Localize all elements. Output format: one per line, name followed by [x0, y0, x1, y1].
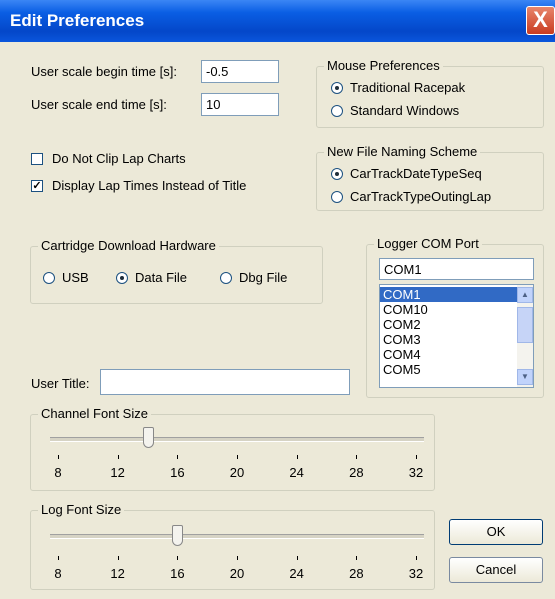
slider-tick — [296, 556, 298, 560]
slider-tick — [117, 556, 119, 560]
radio-label: USB — [62, 270, 89, 285]
checkbox-label: Do Not Clip Lap Charts — [52, 151, 186, 166]
radio-label: Data File — [135, 270, 188, 285]
radio-label: Traditional Racepak — [350, 80, 466, 95]
slider-tick — [416, 455, 417, 459]
list-item-com1[interactable]: COM1 — [380, 287, 533, 302]
checkbox-display-lap-times[interactable]: ✓ Display Lap Times Instead of Title — [31, 178, 246, 193]
slider-tick-label: 12 — [110, 566, 125, 581]
radio-button — [331, 167, 343, 180]
slider-tick-label: 24 — [289, 465, 304, 480]
title-bar[interactable]: Edit Preferences X — [0, 0, 555, 42]
ok-button[interactable]: OK — [449, 519, 543, 545]
slider-tick-label: 16 — [170, 465, 185, 480]
log-font-slider-thumb[interactable] — [172, 525, 184, 546]
com-port-listbox[interactable]: COM1 COM10 COM2 COM3 COM4 COM5 ▲ ▼ — [379, 284, 534, 388]
radio-button — [220, 271, 232, 284]
scale-begin-input[interactable] — [201, 60, 279, 83]
scale-end-input[interactable] — [201, 93, 279, 116]
scale-end-label: User scale end time [s]: — [31, 97, 167, 112]
slider-tick — [356, 455, 358, 459]
radio-label: CarTrackTypeOutingLap — [350, 189, 492, 204]
scroll-thumb[interactable] — [517, 307, 533, 343]
radio-label: Dbg File — [239, 270, 288, 285]
log-font-size-title: Log Font Size — [38, 502, 125, 517]
radio-cartracktypeoutinglap[interactable]: CarTrackTypeOutingLap — [331, 189, 491, 204]
slider-tick-label: 32 — [408, 465, 424, 480]
slider-tick — [58, 455, 59, 459]
list-item-com4[interactable]: COM4 — [380, 347, 533, 362]
slider-tick — [416, 556, 417, 560]
checkbox-box — [31, 152, 43, 165]
com-port-items: COM1 COM10 COM2 COM3 COM4 COM5 — [380, 285, 533, 377]
radio-button — [331, 104, 343, 117]
close-button[interactable]: X — [526, 6, 555, 35]
radio-button — [331, 190, 343, 203]
radio-button — [43, 271, 55, 284]
file-naming-title: New File Naming Scheme — [324, 144, 481, 159]
radio-button — [331, 81, 343, 94]
slider-tick-label: 20 — [229, 465, 245, 480]
radio-data-file[interactable]: Data File — [116, 270, 187, 285]
list-item-com5[interactable]: COM5 — [380, 362, 533, 377]
slider-tick-label: 24 — [289, 566, 304, 581]
radio-traditional-racepak[interactable]: Traditional Racepak — [331, 80, 465, 95]
scale-begin-label: User scale begin time [s]: — [31, 64, 177, 79]
checkbox-box: ✓ — [31, 179, 43, 192]
slider-tick — [117, 455, 119, 459]
channel-font-slider-track[interactable] — [50, 437, 424, 442]
radio-label: Standard Windows — [350, 103, 460, 118]
slider-tick-label: 8 — [54, 465, 62, 480]
close-icon: X — [533, 7, 548, 32]
checkbox-do-not-clip-lap-charts[interactable]: Do Not Clip Lap Charts — [31, 151, 186, 166]
cartridge-hardware-title: Cartridge Download Hardware — [38, 238, 219, 253]
slider-tick — [177, 455, 179, 459]
com-port-input[interactable] — [379, 258, 534, 280]
slider-tick — [356, 556, 358, 560]
channel-font-size-title: Channel Font Size — [38, 406, 151, 421]
radio-dbg-file[interactable]: Dbg File — [220, 270, 287, 285]
window-title: Edit Preferences — [10, 11, 145, 30]
slider-tick-label: 20 — [229, 566, 245, 581]
scroll-up-icon[interactable]: ▲ — [517, 287, 533, 303]
com-port-scrollbar[interactable]: ▲ ▼ — [517, 285, 533, 387]
slider-tick-label: 16 — [170, 566, 185, 581]
channel-font-slider-thumb[interactable] — [142, 427, 154, 448]
slider-tick — [177, 556, 179, 560]
radio-button — [116, 271, 128, 284]
list-item-com2[interactable]: COM2 — [380, 317, 533, 332]
slider-tick-label: 8 — [54, 566, 62, 581]
list-item-com3[interactable]: COM3 — [380, 332, 533, 347]
user-title-label: User Title: — [31, 376, 90, 391]
slider-tick — [296, 455, 298, 459]
slider-tick-label: 12 — [110, 465, 125, 480]
slider-tick-label: 28 — [349, 465, 364, 480]
preferences-dialog: Edit Preferences X User scale begin time… — [0, 0, 555, 599]
checkbox-label: Display Lap Times Instead of Title — [52, 178, 247, 193]
radio-usb[interactable]: USB — [43, 270, 89, 285]
slider-tick-label: 32 — [408, 566, 424, 581]
slider-tick — [237, 455, 238, 459]
slider-tick — [58, 556, 59, 560]
radio-cartrackdatetypeseq[interactable]: CarTrackDateTypeSeq — [331, 166, 482, 181]
list-item-com10[interactable]: COM10 — [380, 302, 533, 317]
radio-label: CarTrackDateTypeSeq — [350, 166, 482, 181]
logger-com-port-title: Logger COM Port — [374, 236, 482, 251]
radio-standard-windows[interactable]: Standard Windows — [331, 103, 459, 118]
scroll-down-icon[interactable]: ▼ — [517, 369, 533, 385]
log-font-slider-track[interactable] — [50, 534, 424, 539]
user-title-input[interactable] — [100, 369, 350, 395]
slider-tick-label: 28 — [349, 566, 364, 581]
mouse-preferences-group: Mouse Preferences — [316, 58, 544, 128]
slider-tick — [237, 556, 238, 560]
mouse-preferences-title: Mouse Preferences — [324, 58, 443, 73]
cancel-button[interactable]: Cancel — [449, 557, 543, 583]
